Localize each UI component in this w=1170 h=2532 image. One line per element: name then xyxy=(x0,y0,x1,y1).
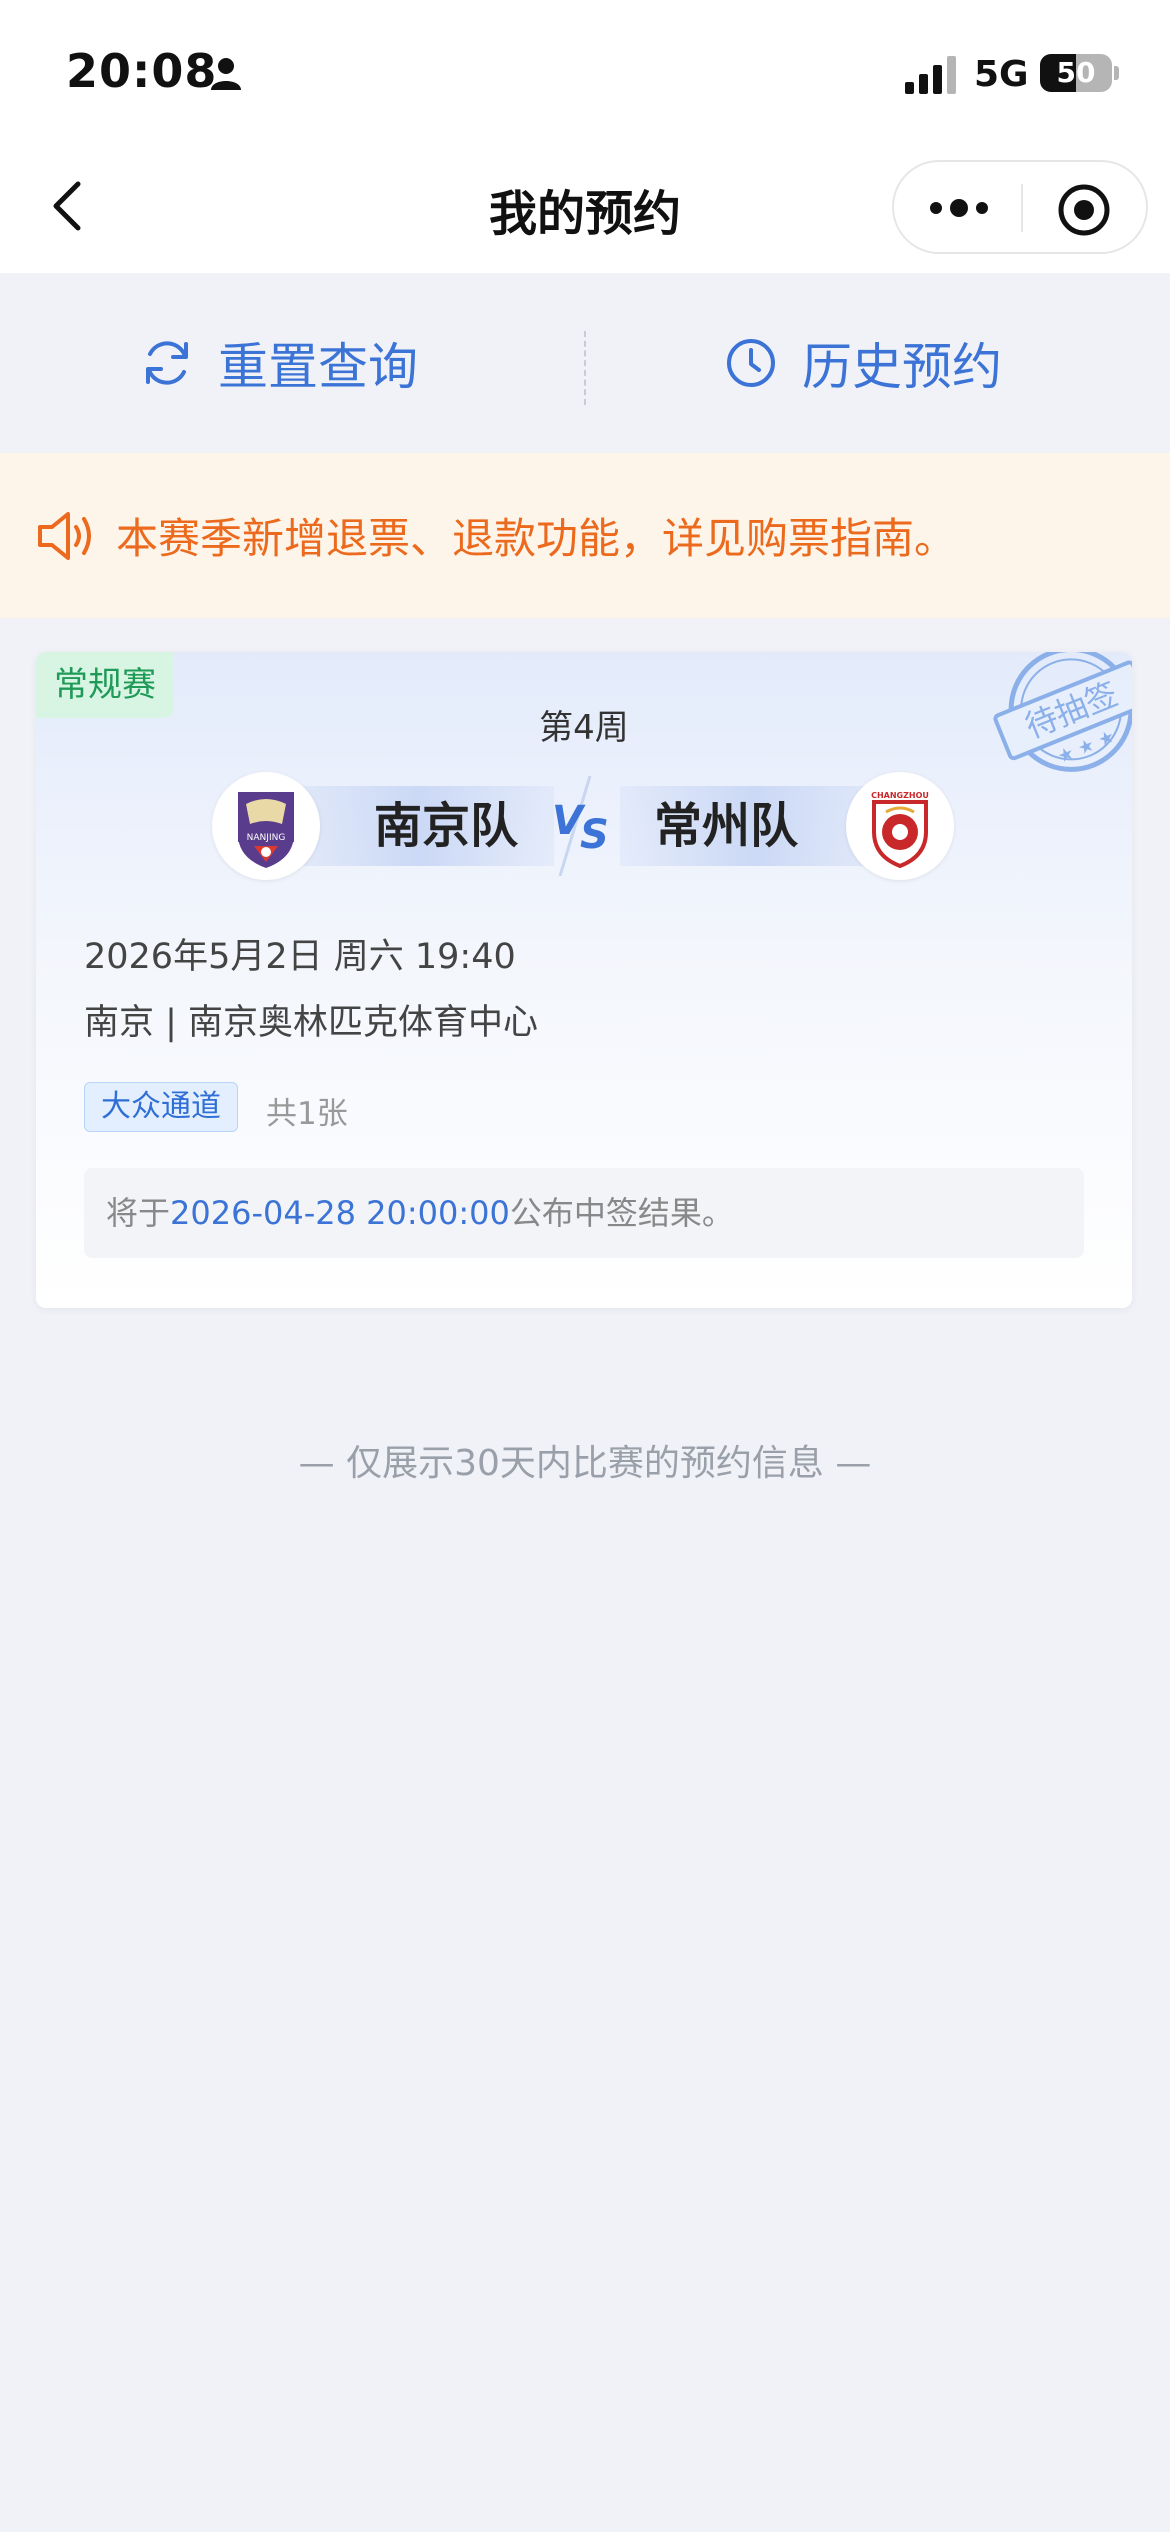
refresh-icon xyxy=(146,341,188,385)
history-reservation-button[interactable]: 历史预约 xyxy=(724,273,1002,453)
away-team-name: 常州队 xyxy=(654,798,799,854)
vs-icon: V S xyxy=(552,776,609,876)
away-logo-text: CHANGZHOU xyxy=(871,791,929,800)
capsule-divider xyxy=(1021,184,1023,232)
battery-level: 50 xyxy=(1056,56,1096,89)
battery-icon: 50 xyxy=(1040,54,1112,92)
notice-banner[interactable]: 本赛季新增退票、退款功能，详见购票指南。 xyxy=(0,453,1170,618)
battery-tip xyxy=(1114,66,1119,80)
action-divider xyxy=(584,331,586,405)
clock-icon xyxy=(727,339,775,387)
changzhou-crest-icon: CHANGZHOU xyxy=(871,791,929,869)
ticket-count: 共1张 xyxy=(266,1096,348,1132)
draw-result-notice: 将于2026-04-28 20:00:00公布中签结果。 xyxy=(84,1168,1084,1258)
nanjing-crest-icon: NANJING xyxy=(238,792,294,868)
home-team-name: 南京队 xyxy=(374,798,519,854)
reservation-card[interactable]: 常规赛 待抽签 ★ ★ ★ 第4周 NANJING 南京队 V S 常州队 CH xyxy=(36,652,1132,1308)
mini-program-capsule xyxy=(892,160,1148,254)
signal-icon xyxy=(905,56,956,94)
home-logo-text: NANJING xyxy=(247,833,286,843)
speaker-icon xyxy=(38,511,91,560)
reset-query-button[interactable]: 重置查询 xyxy=(140,273,418,453)
home-team-logo: NANJING xyxy=(212,772,320,880)
status-bar: 20:08 5G 50 xyxy=(0,0,1170,140)
round-label: 第4周 xyxy=(539,708,629,748)
status-time: 20:08 xyxy=(66,44,218,98)
person-icon xyxy=(211,58,241,90)
svg-text:S: S xyxy=(580,812,609,858)
notice-text: 本赛季新增退票、退款功能，详见购票指南。 xyxy=(116,514,957,563)
result-prefix: 将于 xyxy=(106,1194,171,1232)
action-bar: 重置查询 历史预约 xyxy=(0,273,1170,453)
away-team-logo: CHANGZHOU xyxy=(846,772,954,880)
more-dots-icon[interactable] xyxy=(928,190,990,226)
reset-query-label: 重置查询 xyxy=(218,338,418,396)
target-icon[interactable] xyxy=(1056,182,1112,238)
result-date: 2026-04-28 20:00:00 xyxy=(170,1194,510,1232)
history-reservation-label: 历史预约 xyxy=(802,338,1002,396)
channel-badge: 大众通道 xyxy=(84,1082,238,1132)
nav-bar: 我的预约 xyxy=(0,140,1170,273)
footer-note: — 仅展示30天内比赛的预约信息 — xyxy=(298,1443,872,1484)
match-venue: 南京 | 南京奥林匹克体育中心 xyxy=(84,1003,539,1043)
result-suffix: 公布中签结果。 xyxy=(509,1194,734,1232)
match-datetime: 2026年5月2日 周六 19:40 xyxy=(84,937,516,977)
network-label: 5G xyxy=(974,54,1029,95)
